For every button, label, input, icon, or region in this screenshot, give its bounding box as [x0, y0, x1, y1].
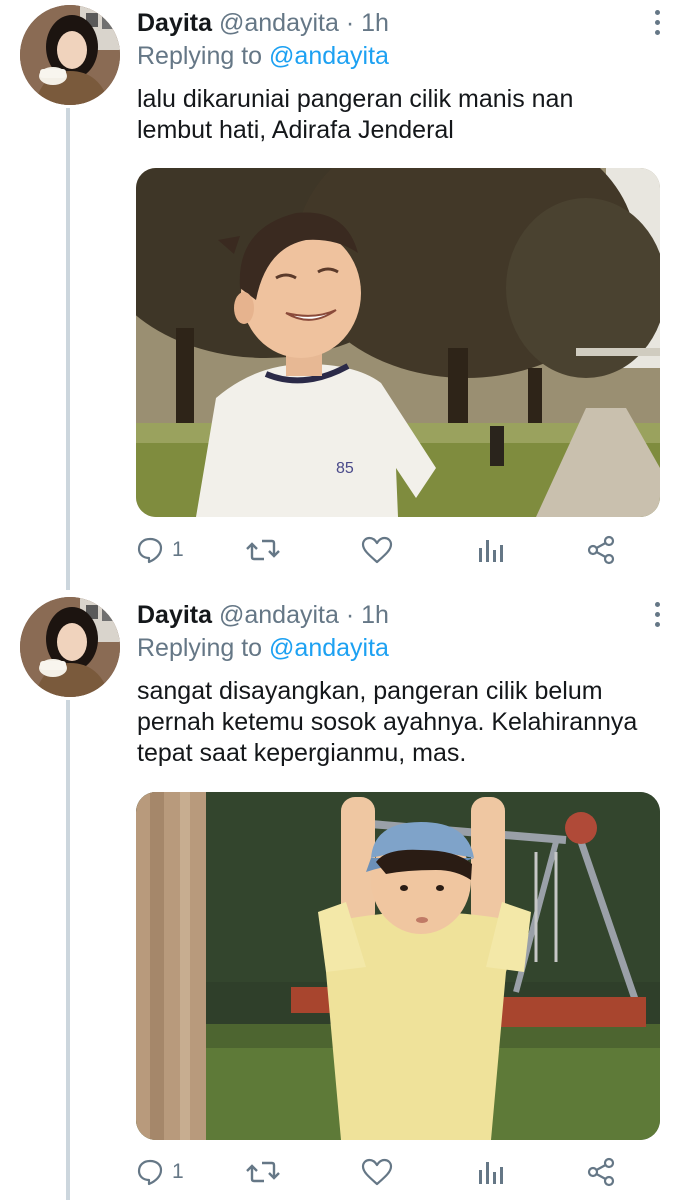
tweet-header: Dayita @andayita · 1h	[137, 600, 389, 630]
share-button[interactable]	[586, 1154, 616, 1190]
reply-icon	[137, 537, 163, 564]
tweet[interactable]: Dayita @andayita · 1h Replying to @anday…	[0, 592, 699, 1200]
reply-button[interactable]: 1	[136, 1154, 184, 1190]
analytics-button[interactable]	[476, 1154, 504, 1190]
photo-boy-playground	[136, 792, 660, 1140]
retweet-icon	[246, 539, 280, 561]
author-handle[interactable]: @andayita	[219, 9, 339, 37]
separator: ·	[345, 601, 355, 629]
like-button[interactable]	[361, 1154, 393, 1190]
tweet-text-line: tepat saat kepergianmu, mas.	[137, 739, 467, 767]
tweet-text-line: lembut hati, Adirafa Jenderal	[137, 116, 454, 144]
tweet-photo[interactable]	[136, 792, 660, 1140]
retweet-button[interactable]	[246, 1154, 280, 1190]
like-icon	[361, 1158, 393, 1186]
tweet-text: lalu dikaruniai pangeran cilik manis nan…	[137, 84, 682, 146]
separator: ·	[345, 9, 355, 37]
avatar[interactable]	[20, 597, 120, 697]
more-icon[interactable]	[647, 10, 667, 38]
reply-count: 1	[172, 1160, 184, 1183]
replying-to-label: Replying to	[137, 634, 263, 662]
tweet-actions: 1	[136, 532, 656, 568]
shirt-text: 85	[336, 460, 354, 477]
replying-to-handle[interactable]: @andayita	[269, 42, 389, 70]
analytics-icon	[479, 540, 503, 562]
share-icon	[587, 1157, 615, 1187]
avatar-image	[20, 5, 120, 105]
photo-boy-park: 85	[136, 168, 660, 517]
reply-button[interactable]: 1	[136, 532, 184, 568]
tweet-text: sangat disayangkan, pangeran cilik belum…	[137, 676, 682, 769]
replying-to-label: Replying to	[137, 42, 263, 70]
like-button[interactable]	[361, 532, 393, 568]
replying-to: Replying to @andayita	[137, 633, 389, 663]
avatar-image	[20, 597, 120, 697]
analytics-icon	[479, 1162, 503, 1184]
retweet-button[interactable]	[246, 532, 280, 568]
retweet-icon	[246, 1161, 280, 1183]
more-icon[interactable]	[647, 602, 667, 630]
tweet[interactable]: Dayita @andayita · 1h Replying to @anday…	[0, 0, 699, 590]
reply-icon	[137, 1159, 163, 1186]
analytics-button[interactable]	[476, 532, 504, 568]
tweet-text-line: pernah ketemu sosok ayahnya. Kelahiranny…	[137, 708, 638, 736]
tweet-header: Dayita @andayita · 1h	[137, 8, 389, 38]
replying-to: Replying to @andayita	[137, 41, 389, 71]
timestamp[interactable]: 1h	[361, 601, 389, 629]
timestamp[interactable]: 1h	[361, 9, 389, 37]
share-button[interactable]	[586, 532, 616, 568]
like-icon	[361, 536, 393, 564]
author-handle[interactable]: @andayita	[219, 601, 339, 629]
tweet-text-line: lalu dikaruniai pangeran cilik manis nan	[137, 85, 574, 113]
avatar[interactable]	[20, 5, 120, 105]
reply-count: 1	[172, 538, 184, 561]
author-name[interactable]: Dayita	[137, 601, 212, 629]
replying-to-handle[interactable]: @andayita	[269, 634, 389, 662]
share-icon	[587, 535, 615, 565]
tweet-photo[interactable]: 85	[136, 168, 660, 517]
tweet-text-line: sangat disayangkan, pangeran cilik belum	[137, 677, 603, 705]
author-name[interactable]: Dayita	[137, 9, 212, 37]
tweet-actions: 1	[136, 1154, 656, 1190]
